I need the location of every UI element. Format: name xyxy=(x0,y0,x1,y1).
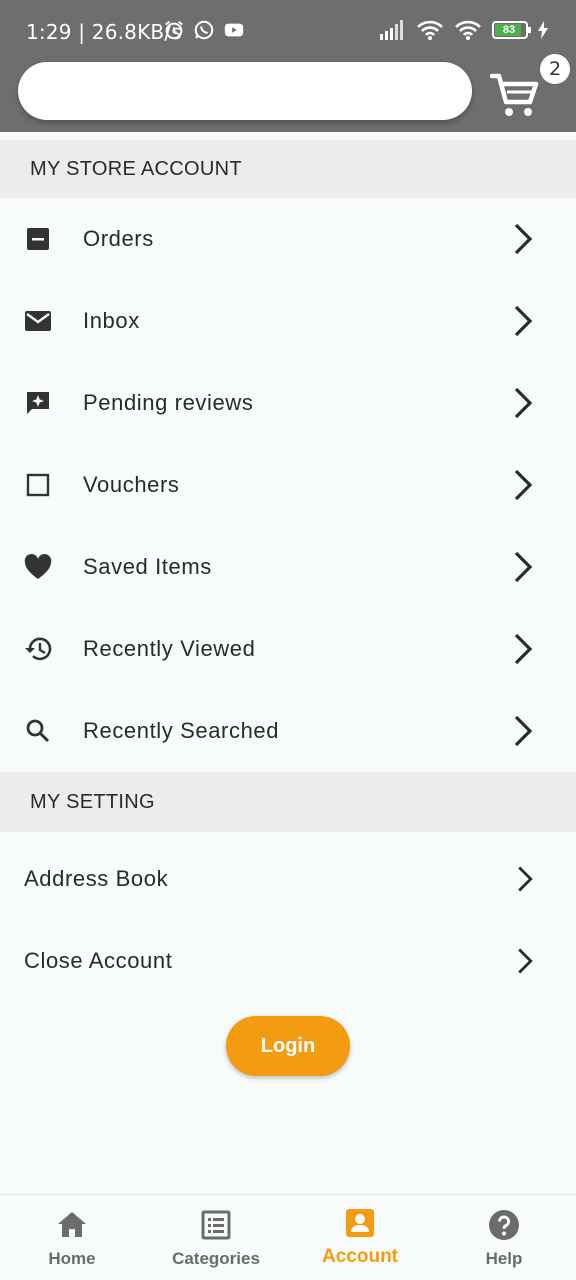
search-input[interactable] xyxy=(18,62,472,120)
chevron-right-icon xyxy=(514,551,533,583)
nav-home[interactable]: Home xyxy=(0,1195,144,1280)
menu-item-pending-reviews[interactable]: Pending reviews xyxy=(0,362,576,444)
signal-icon xyxy=(380,20,403,40)
charging-icon xyxy=(538,21,548,39)
review-icon xyxy=(24,389,52,417)
nav-label: Account xyxy=(322,1246,398,1267)
nav-categories[interactable]: Categories xyxy=(144,1195,288,1280)
chevron-right-icon xyxy=(514,715,533,747)
section-header-store-account: MY STORE ACCOUNT xyxy=(0,140,576,198)
help-icon xyxy=(489,1210,519,1240)
menu-item-label: Pending reviews xyxy=(83,390,254,415)
menu-item-saved-items[interactable]: Saved Items xyxy=(0,526,576,608)
status-bar: 1:29 | 26.8KB/s 83 xyxy=(0,0,576,60)
whatsapp-icon xyxy=(194,20,214,40)
menu-item-recently-searched[interactable]: Recently Searched xyxy=(0,690,576,772)
history-icon xyxy=(24,635,52,663)
nav-help[interactable]: Help xyxy=(432,1195,576,1280)
heart-icon xyxy=(24,553,52,581)
chevron-right-icon xyxy=(514,223,533,255)
menu-item-close-account[interactable]: Close Account xyxy=(0,920,576,1002)
cart-icon[interactable] xyxy=(490,72,540,118)
wifi-icon xyxy=(417,20,443,40)
status-icons-right: 83 xyxy=(380,19,548,41)
menu-item-label: Recently Viewed xyxy=(83,636,256,661)
menu-item-label: Orders xyxy=(83,226,154,251)
chevron-right-icon xyxy=(518,948,533,974)
menu-item-label: Saved Items xyxy=(83,554,212,579)
menu-item-label: Inbox xyxy=(83,308,140,333)
orders-icon xyxy=(24,225,52,253)
wifi-icon-2 xyxy=(455,20,481,40)
categories-icon xyxy=(201,1210,231,1240)
login-button[interactable]: Login xyxy=(226,1016,350,1076)
menu-item-label: Vouchers xyxy=(83,472,180,497)
nav-label: Home xyxy=(48,1249,96,1268)
chevron-right-icon xyxy=(518,866,533,892)
status-icons-left xyxy=(163,19,245,41)
menu-item-recently-viewed[interactable]: Recently Viewed xyxy=(0,608,576,690)
bottom-nav: Home Categories Account Help xyxy=(0,1194,576,1280)
section-header-setting: MY SETTING xyxy=(0,772,576,832)
menu-item-label: Address Book xyxy=(24,866,169,891)
youtube-icon xyxy=(224,23,244,37)
alarm-icon xyxy=(165,20,183,40)
chevron-right-icon xyxy=(514,469,533,501)
menu-item-label: Recently Searched xyxy=(83,718,280,743)
nav-label: Help xyxy=(485,1249,523,1268)
status-time: 1:29 | 26.8KB/s xyxy=(26,20,182,44)
battery-level: 83 xyxy=(502,24,516,36)
search-icon xyxy=(24,717,52,745)
top-bar: 1:29 | 26.8KB/s 83 2 xyxy=(0,0,576,132)
chevron-right-icon xyxy=(514,387,533,419)
mail-icon xyxy=(24,307,52,335)
cart-count-badge: 2 xyxy=(540,54,570,84)
menu-item-vouchers[interactable]: Vouchers xyxy=(0,444,576,526)
menu-item-orders[interactable]: Orders xyxy=(0,198,576,280)
menu-item-address-book[interactable]: Address Book xyxy=(0,838,576,920)
battery-icon: 83 xyxy=(492,21,531,39)
home-icon xyxy=(58,1212,86,1237)
nav-account[interactable]: Account xyxy=(288,1195,432,1280)
voucher-icon xyxy=(24,471,52,499)
chevron-right-icon xyxy=(514,633,533,665)
chevron-right-icon xyxy=(514,305,533,337)
account-icon xyxy=(346,1209,374,1237)
menu-item-label: Close Account xyxy=(24,948,173,973)
menu-item-inbox[interactable]: Inbox xyxy=(0,280,576,362)
nav-label: Categories xyxy=(172,1249,260,1268)
